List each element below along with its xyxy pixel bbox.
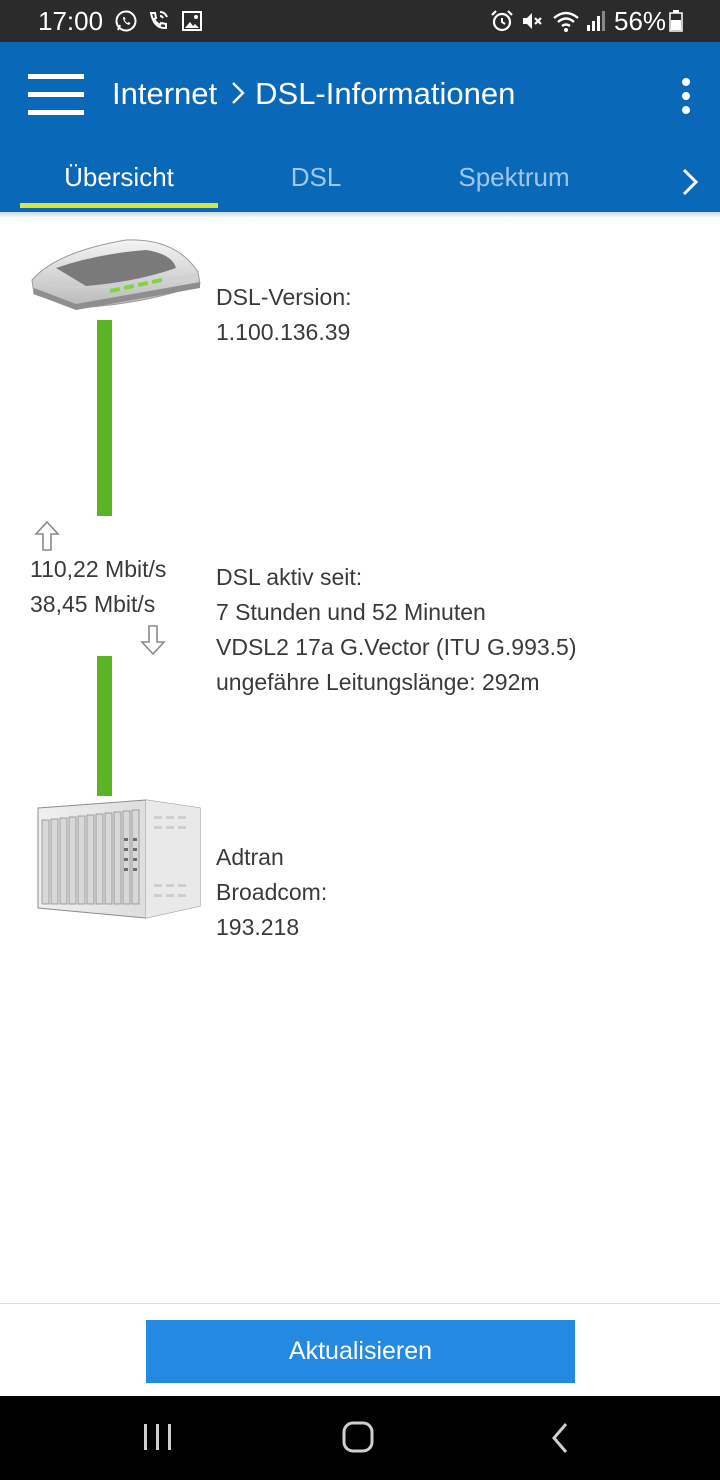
more-options-icon[interactable] bbox=[676, 78, 696, 114]
tabs-scroll-right-icon[interactable] bbox=[676, 162, 704, 202]
status-bar: 17:00 56% bbox=[0, 0, 720, 42]
upstream-rate: 110,22 Mbit/s bbox=[30, 556, 167, 582]
recent-apps-icon[interactable] bbox=[138, 1420, 178, 1456]
dsl-standard: VDSL2 17a G.Vector (ITU G.993.5) bbox=[216, 634, 577, 660]
wifi-icon bbox=[553, 11, 579, 32]
battery-percentage: 56% bbox=[614, 6, 667, 36]
whatsapp-icon bbox=[115, 10, 137, 32]
mute-icon bbox=[523, 13, 542, 29]
signal-icon bbox=[587, 11, 605, 31]
dslam-icon bbox=[37, 799, 201, 919]
dsl-active-duration: 7 Stunden und 52 Minuten bbox=[216, 599, 486, 625]
system-nav-bar bbox=[0, 1396, 720, 1480]
dslam-vendor: Adtran bbox=[216, 844, 284, 870]
line-length: ungefähre Leitungslänge: 292m bbox=[216, 669, 540, 695]
tab-spektrum[interactable]: Spektrum bbox=[430, 162, 598, 193]
chevron-right-icon bbox=[232, 82, 245, 104]
bottom-divider bbox=[0, 1303, 720, 1304]
dslam-chipset-label: Broadcom: bbox=[216, 879, 328, 905]
dsl-version-label: DSL-Version: bbox=[216, 284, 352, 310]
dsl-active-label: DSL aktiv seit: bbox=[216, 564, 363, 590]
router-icon bbox=[31, 239, 201, 310]
battery-icon bbox=[669, 10, 683, 32]
wifi-call-icon bbox=[149, 11, 168, 30]
breadcrumb-current: DSL-Informationen bbox=[255, 76, 516, 111]
upload-arrow-icon bbox=[34, 520, 60, 551]
status-time: 17:00 bbox=[38, 6, 104, 36]
dsl-line-lower bbox=[97, 656, 112, 796]
dslam-chipset-version: 193.218 bbox=[216, 914, 300, 940]
menu-icon[interactable] bbox=[28, 74, 84, 116]
dsl-line-upper bbox=[97, 320, 112, 516]
tab-uebersicht[interactable]: Übersicht bbox=[20, 162, 218, 193]
refresh-button[interactable]: Aktualisieren bbox=[146, 1320, 575, 1383]
page-title: Internet DSL-Informationen bbox=[112, 76, 515, 112]
back-icon[interactable] bbox=[542, 1420, 582, 1456]
home-icon[interactable] bbox=[338, 1420, 378, 1456]
download-arrow-icon bbox=[140, 625, 166, 656]
tab-dsl[interactable]: DSL bbox=[236, 162, 396, 193]
image-icon bbox=[182, 11, 202, 31]
alarm-icon bbox=[491, 10, 513, 32]
breadcrumb-parent[interactable]: Internet bbox=[112, 76, 217, 111]
active-tab-indicator bbox=[20, 203, 218, 208]
app-bar-shadow bbox=[0, 212, 720, 218]
downstream-rate: 38,45 Mbit/s bbox=[30, 591, 156, 617]
app-bar: Internet DSL-Informationen Übersicht DSL … bbox=[0, 42, 720, 212]
dsl-version-value: 1.100.136.39 bbox=[216, 319, 351, 345]
